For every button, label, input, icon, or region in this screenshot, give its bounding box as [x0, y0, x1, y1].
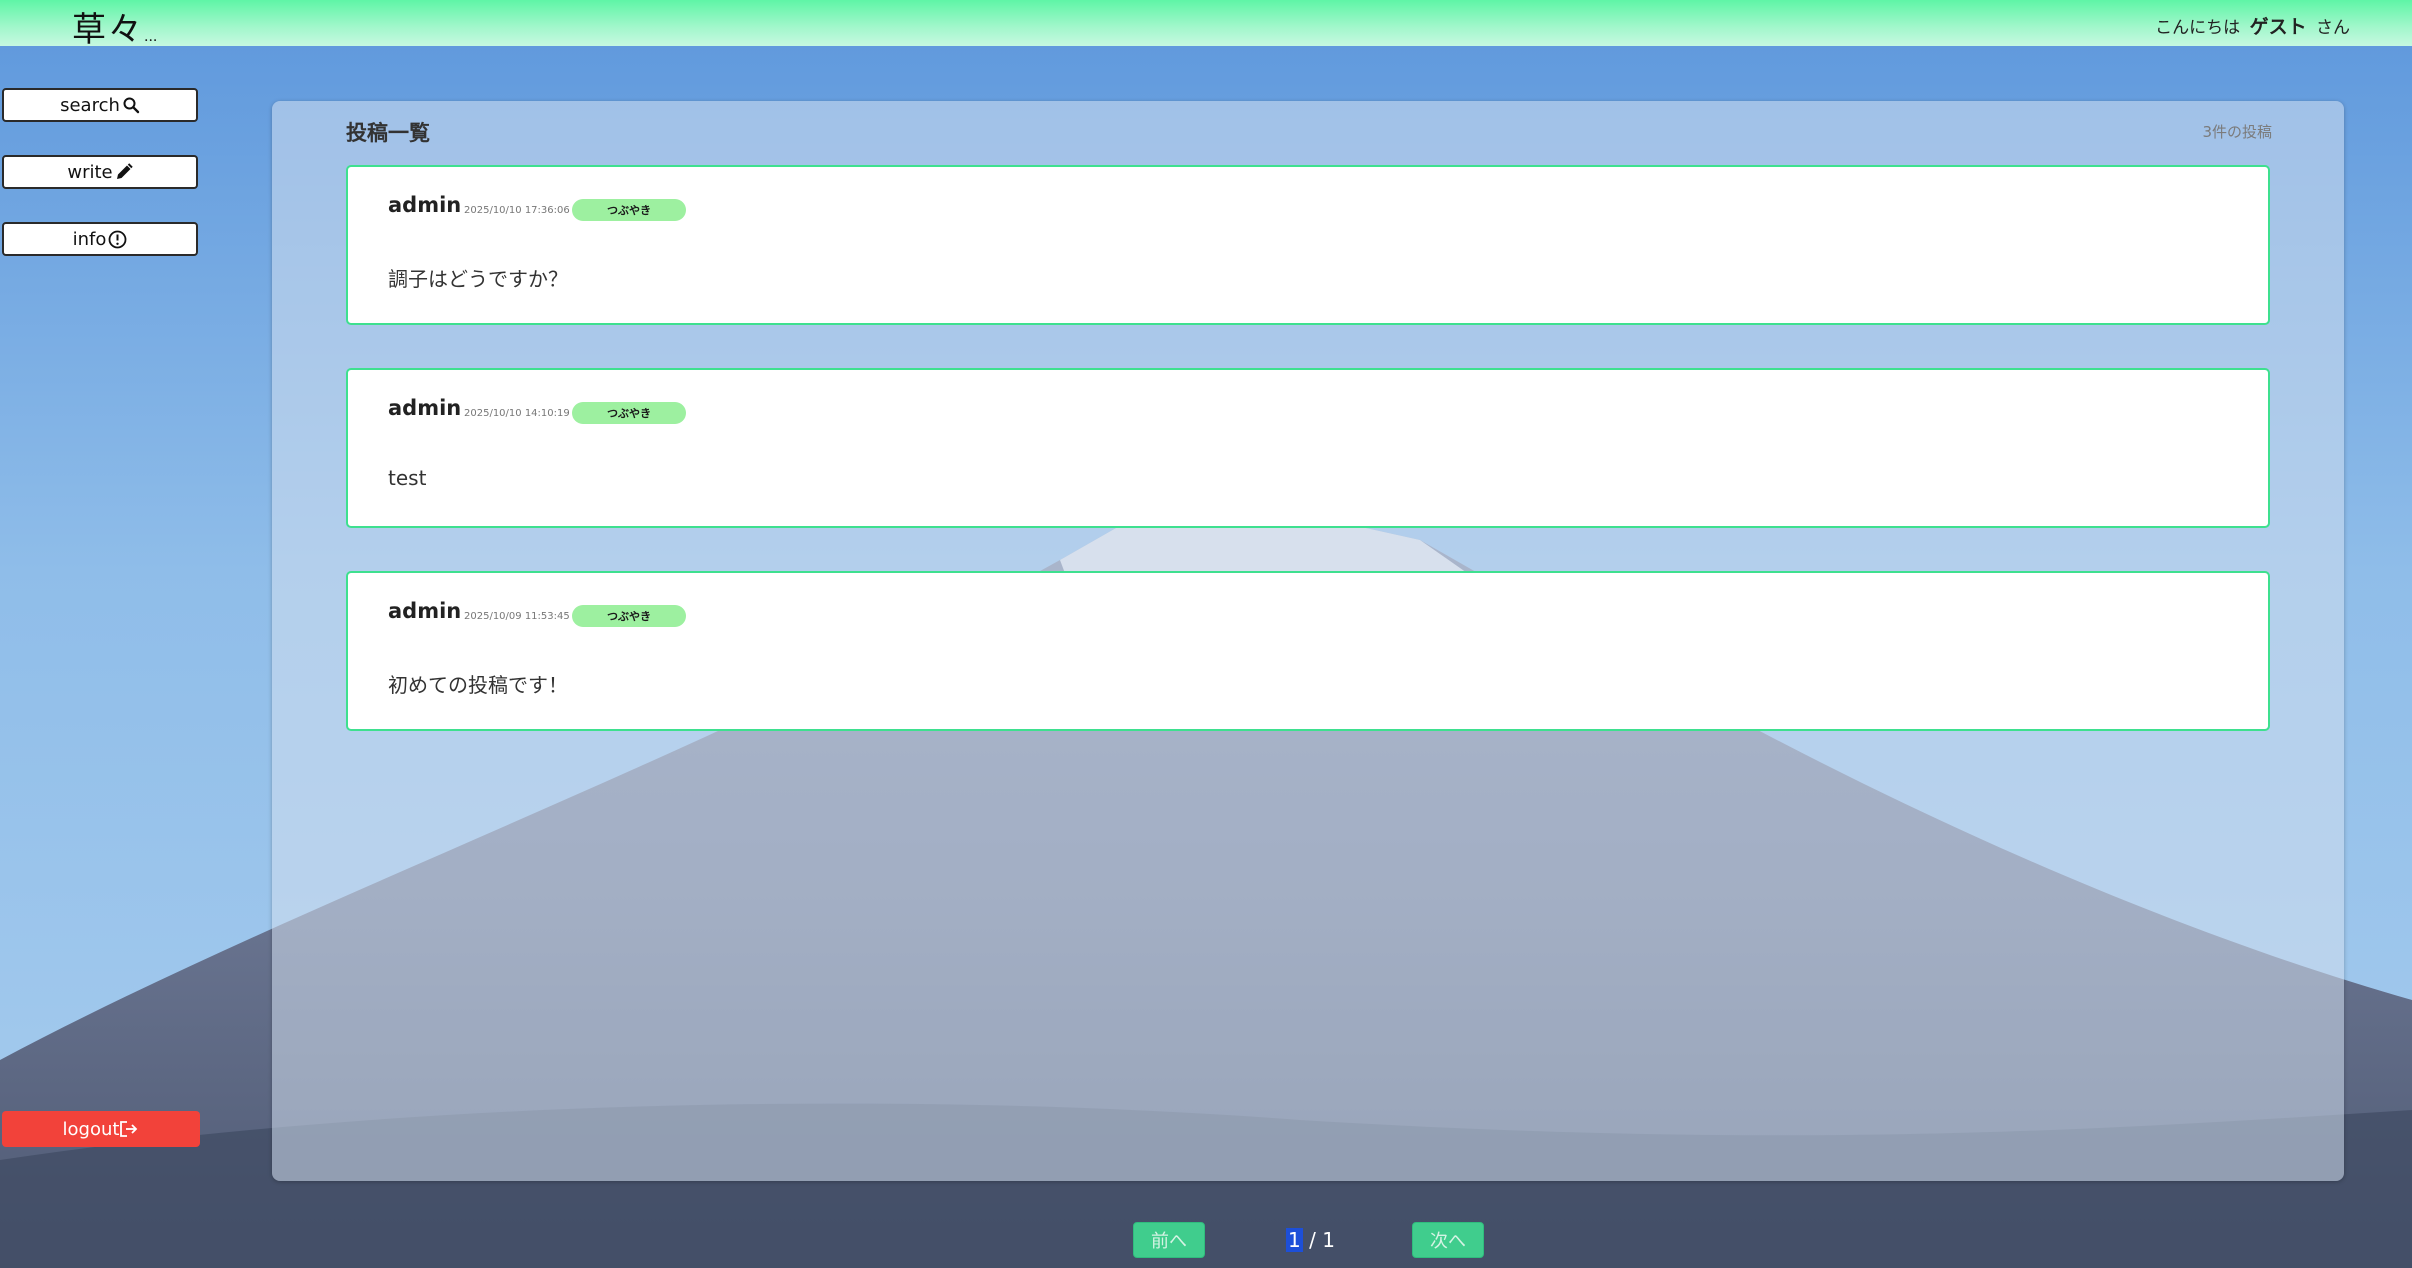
post-card[interactable]: admin 2025/10/10 17:36:06 つぶやき 調子はどうですか？ [346, 165, 2270, 325]
logout-button-label: logout [62, 1118, 120, 1140]
search-icon [123, 97, 140, 114]
post-author[interactable]: admin [388, 396, 461, 420]
post-card[interactable]: admin 2025/10/10 14:10:19 つぶやき test [346, 368, 2270, 528]
user-greeting: こんにちは ゲスト さん [2155, 12, 2350, 39]
top-header: 草々... こんにちは ゲスト さん [0, 0, 2412, 50]
post-date: 2025/10/10 14:10:19 [464, 408, 570, 419]
logout-button[interactable]: logout [2, 1111, 200, 1147]
posts-panel: 投稿一覧 3件の投稿 admin 2025/10/10 17:36:06 つぶや… [272, 101, 2344, 1181]
next-page-button[interactable]: 次へ [1412, 1222, 1484, 1258]
post-date: 2025/10/10 17:36:06 [464, 205, 570, 216]
pencil-icon [116, 163, 133, 179]
post-tag[interactable]: つぶやき [572, 605, 686, 627]
greeting-suffix: さん [2316, 18, 2350, 38]
page-title: 投稿一覧 [346, 121, 430, 145]
post-card[interactable]: admin 2025/10/09 11:53:45 つぶやき 初めての投稿です！ [346, 571, 2270, 731]
total-pages: 1 [1322, 1228, 1335, 1252]
greeting-prefix: こんにちは [2155, 18, 2241, 38]
user-name: ゲスト [2249, 16, 2307, 38]
post-date: 2025/10/09 11:53:45 [464, 611, 570, 622]
search-button-label: search [60, 94, 120, 116]
write-button-label: write [67, 161, 113, 183]
logo-suffix: ... [144, 29, 158, 45]
current-page: 1 [1286, 1228, 1303, 1252]
post-body: test [388, 466, 427, 490]
logo-text: 草々 [72, 10, 144, 50]
info-button[interactable]: info [2, 222, 198, 256]
post-body: 調子はどうですか？ [388, 267, 568, 291]
post-tag[interactable]: つぶやき [572, 199, 686, 221]
site-logo[interactable]: 草々... [72, 2, 157, 51]
page-separator: / [1302, 1228, 1323, 1252]
logout-icon [120, 1121, 138, 1137]
prev-page-button[interactable]: 前へ [1133, 1222, 1205, 1258]
post-body: 初めての投稿です！ [388, 673, 568, 697]
page-indicator: 1 / 1 [1286, 1228, 1335, 1252]
post-count: 3件の投稿 [2202, 123, 2272, 141]
post-tag[interactable]: つぶやき [572, 402, 686, 424]
post-author[interactable]: admin [388, 599, 461, 623]
write-button[interactable]: write [2, 155, 198, 189]
info-button-label: info [72, 228, 107, 250]
search-button[interactable]: search [2, 88, 198, 122]
post-author[interactable]: admin [388, 193, 461, 217]
info-icon [108, 230, 127, 248]
